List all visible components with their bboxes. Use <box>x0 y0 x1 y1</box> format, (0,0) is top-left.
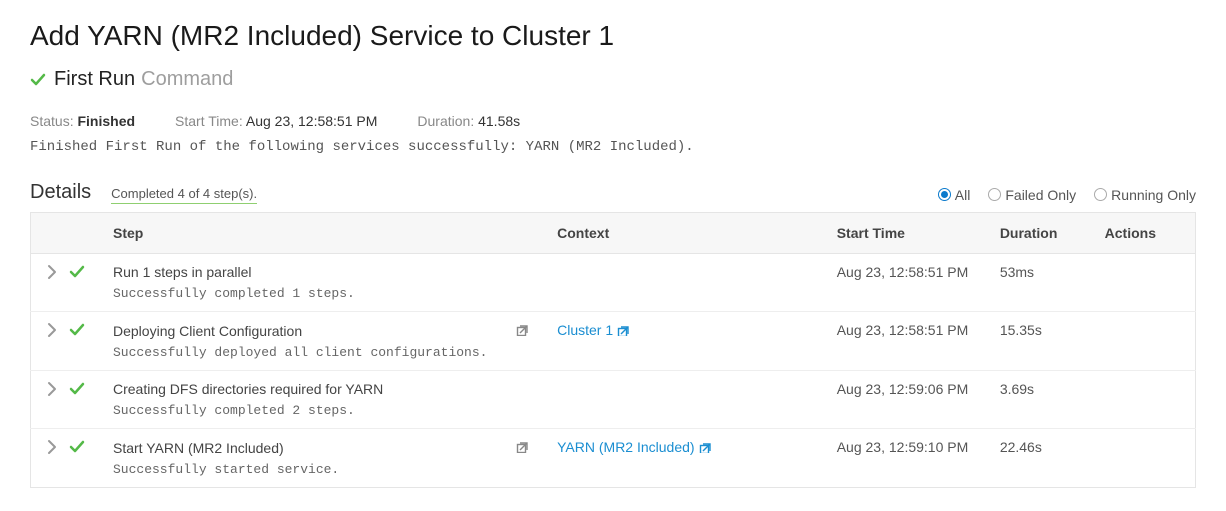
external-link-icon[interactable] <box>516 322 529 339</box>
external-link-icon[interactable] <box>516 439 529 456</box>
table-row: Creating DFS directories required for YA… <box>31 371 1196 429</box>
start-time-value: Aug 23, 12:58:51 PM <box>246 113 378 129</box>
col-start: Start Time <box>823 213 986 254</box>
step-actions <box>1091 254 1196 312</box>
external-link-icon[interactable] <box>699 440 711 456</box>
chevron-right-icon[interactable] <box>45 381 59 397</box>
col-context: Context <box>543 213 823 254</box>
duration-value: 41.58s <box>478 113 520 129</box>
step-subtext: Successfully started service. <box>113 462 529 477</box>
details-title: Details <box>30 181 91 204</box>
step-subtext: Successfully completed 1 steps. <box>113 286 529 301</box>
duration-label: Duration: <box>417 113 474 129</box>
step-start-time: Aug 23, 12:58:51 PM <box>823 312 986 371</box>
step-duration: 15.35s <box>986 312 1091 371</box>
step-title: Start YARN (MR2 Included) <box>113 440 284 456</box>
col-duration: Duration <box>986 213 1091 254</box>
chevron-right-icon[interactable] <box>45 439 59 455</box>
col-actions: Actions <box>1091 213 1196 254</box>
table-row: Run 1 steps in parallel Successfully comp… <box>31 254 1196 312</box>
steps-table: Step Context Start Time Duration Actions… <box>30 212 1196 488</box>
start-time-label: Start Time: <box>175 113 243 129</box>
table-row: Start YARN (MR2 Included) Successfully st… <box>31 429 1196 488</box>
step-title: Creating DFS directories required for YA… <box>113 381 383 397</box>
result-message: Finished First Run of the following serv… <box>30 139 1196 155</box>
check-icon <box>30 72 48 88</box>
step-duration: 3.69s <box>986 371 1091 429</box>
command-name: First Run <box>54 68 135 91</box>
page-title: Add YARN (MR2 Included) Service to Clust… <box>30 20 1196 52</box>
context-link[interactable]: Cluster 1 <box>557 322 613 338</box>
step-duration: 53ms <box>986 254 1091 312</box>
step-title: Deploying Client Configuration <box>113 323 302 339</box>
context-link[interactable]: YARN (MR2 Included) <box>557 439 694 455</box>
step-start-time: Aug 23, 12:59:06 PM <box>823 371 986 429</box>
external-link-icon[interactable] <box>617 323 629 339</box>
step-subtext: Successfully deployed all client configu… <box>113 345 529 360</box>
completed-summary[interactable]: Completed 4 of 4 step(s). <box>111 186 257 204</box>
radio-icon <box>988 188 1001 201</box>
radio-icon <box>938 188 951 201</box>
command-suffix: Command <box>141 68 233 91</box>
chevron-right-icon[interactable] <box>45 264 59 280</box>
meta-row: Status: Finished Start Time: Aug 23, 12:… <box>30 113 1196 129</box>
step-start-time: Aug 23, 12:58:51 PM <box>823 254 986 312</box>
step-actions <box>1091 312 1196 371</box>
chevron-right-icon[interactable] <box>45 322 59 338</box>
check-icon <box>69 322 85 338</box>
radio-icon <box>1094 188 1107 201</box>
filter-running-label: Running Only <box>1111 187 1196 203</box>
step-duration: 22.46s <box>986 429 1091 488</box>
filter-failed[interactable]: Failed Only <box>988 187 1076 203</box>
filter-all[interactable]: All <box>938 187 971 203</box>
step-title: Run 1 steps in parallel <box>113 264 252 280</box>
filter-group: All Failed Only Running Only <box>938 187 1196 203</box>
check-icon <box>69 381 85 397</box>
filter-running[interactable]: Running Only <box>1094 187 1196 203</box>
table-row: Deploying Client Configuration Successful… <box>31 312 1196 371</box>
step-actions <box>1091 371 1196 429</box>
step-subtext: Successfully completed 2 steps. <box>113 403 529 418</box>
step-actions <box>1091 429 1196 488</box>
status-value: Finished <box>77 113 135 129</box>
filter-failed-label: Failed Only <box>1005 187 1076 203</box>
status-label: Status: <box>30 113 74 129</box>
step-start-time: Aug 23, 12:59:10 PM <box>823 429 986 488</box>
command-header: First Run Command <box>30 68 1196 91</box>
check-icon <box>69 264 85 280</box>
col-step: Step <box>99 213 543 254</box>
check-icon <box>69 439 85 455</box>
filter-all-label: All <box>955 187 971 203</box>
